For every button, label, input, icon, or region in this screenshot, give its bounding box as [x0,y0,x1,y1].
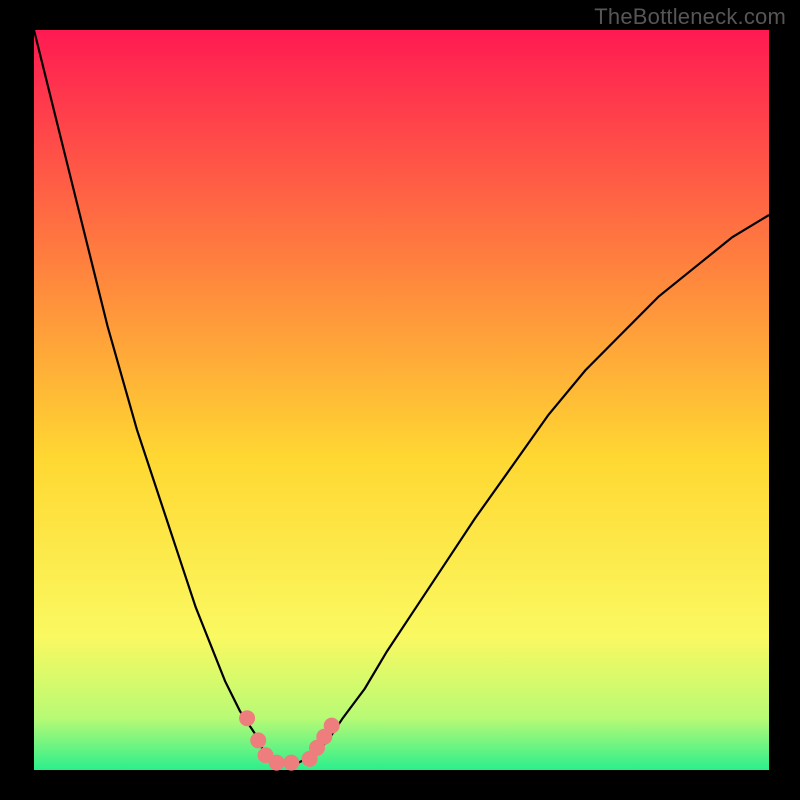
curve-marker [283,755,299,771]
curve-marker [269,755,285,771]
plot-background [34,30,769,770]
chart-frame: { "watermark": "TheBottleneck.com", "col… [0,0,800,800]
chart-svg [0,0,800,800]
watermark-text: TheBottleneck.com [594,4,786,30]
curve-marker [250,732,266,748]
curve-marker [324,718,340,734]
curve-marker [239,710,255,726]
